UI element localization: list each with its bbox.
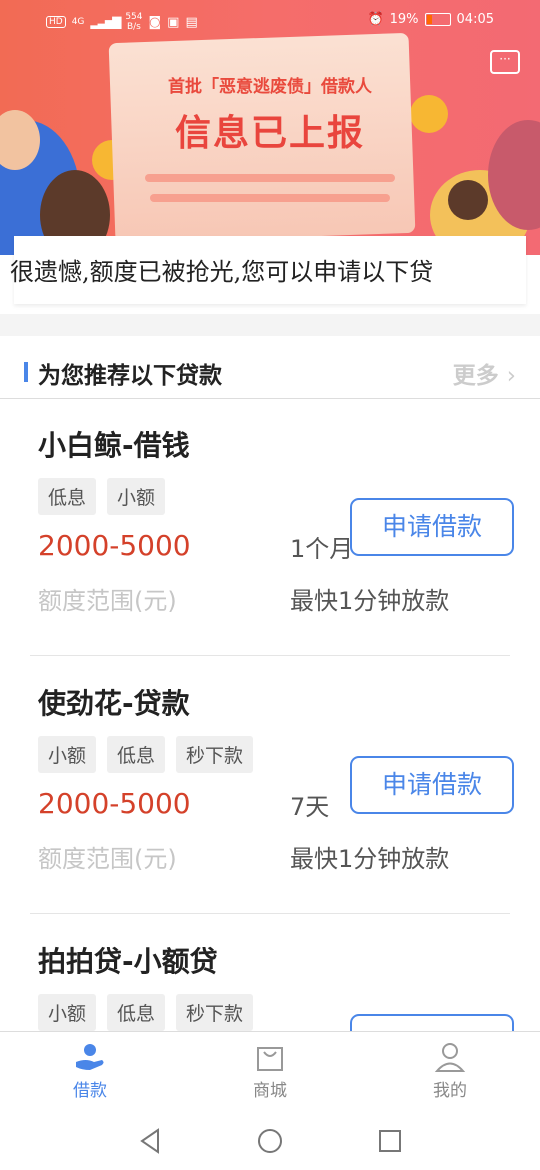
tab-label: 商城 — [253, 1081, 287, 1101]
home-icon[interactable] — [257, 1128, 283, 1154]
battery-icon — [424, 13, 451, 26]
system-nav-bar — [0, 1111, 540, 1170]
loan-range-label: 额度范围(元) — [38, 587, 177, 615]
network-type: 4G — [71, 17, 85, 27]
loan-tag: 低息 — [107, 736, 166, 773]
more-label: 更多 — [452, 363, 499, 389]
hd-indicator: HD — [46, 16, 66, 28]
signal-icon: ▂▃▅▇ — [90, 15, 121, 29]
loan-speed: 最快1分钟放款 — [290, 587, 450, 615]
apply-button[interactable] — [350, 1014, 514, 1031]
shopping-bag-icon — [257, 1047, 283, 1071]
loan-tag: 低息 — [38, 478, 97, 515]
loan-card[interactable]: 小白鲸-借钱 低息 小额 2000-5000 额度范围(元) 1个月 最快1分钟… — [0, 398, 540, 656]
loan-tag: 秒下款 — [176, 736, 254, 773]
loan-speed: 最快1分钟放款 — [290, 845, 450, 873]
loan-tags: 低息 小额 — [38, 478, 166, 515]
loan-term: 7天 — [290, 793, 330, 821]
loan-tags: 小额 低息 秒下款 — [38, 736, 254, 773]
back-icon[interactable] — [138, 1128, 162, 1154]
loan-range-label: 额度范围(元) — [38, 845, 177, 873]
network-speed-unit: B/s — [126, 22, 141, 32]
banner-subtitle: 首批「恶意逃废债」借款人 — [168, 77, 372, 97]
tab-mine[interactable]: 我的 — [390, 1040, 510, 1101]
section-accent-bar — [24, 362, 28, 382]
notice-text: 很遗憾,额度已被抢光,您可以申请以下贷 — [10, 258, 434, 286]
tab-loan[interactable]: 借款 — [30, 1040, 150, 1101]
status-bar: HD 4G ▂▃▅▇ 554 B/s ◙ ▣ ▤ ⏰ 19% 04:05 — [0, 0, 540, 42]
loan-card[interactable]: 使劲花-贷款 小额 低息 秒下款 2000-5000 额度范围(元) 7天 最快… — [0, 656, 540, 914]
battery-percent: 19% — [389, 12, 419, 27]
loan-name: 使劲花-贷款 — [38, 687, 190, 720]
tab-label: 我的 — [433, 1081, 467, 1101]
loan-card[interactable]: 拍拍贷-小额贷 小额 低息 秒下款 — [0, 914, 540, 1031]
apply-button[interactable]: 申请借款 — [350, 498, 514, 556]
loan-tag: 小额 — [38, 736, 97, 773]
apply-button[interactable]: 申请借款 — [350, 756, 514, 814]
user-icon — [434, 1043, 466, 1072]
illustration-coin-right — [410, 95, 448, 133]
paper-line — [150, 194, 390, 202]
chevron-right-icon: › — [506, 363, 516, 389]
section-title: 为您推荐以下贷款 — [38, 363, 222, 389]
bottom-tab-bar: 借款 商城 我的 — [0, 1031, 540, 1112]
loan-name: 拍拍贷-小额贷 — [38, 945, 218, 978]
quota-notice: 很遗憾,额度已被抢光,您可以申请以下贷 — [10, 236, 526, 304]
clock: 04:05 — [456, 12, 494, 27]
loan-tag: 小额 — [107, 478, 166, 515]
loan-hand-icon — [76, 1044, 104, 1070]
tab-label: 借款 — [73, 1081, 107, 1101]
loan-tag: 低息 — [107, 994, 166, 1031]
illustration-person-right-head — [448, 180, 488, 220]
tab-mall[interactable]: 商城 — [210, 1040, 330, 1101]
app-notification-icon: ▤ — [185, 14, 198, 30]
recommend-header: 为您推荐以下贷款 更多 › — [0, 336, 540, 399]
loan-tag: 小额 — [38, 994, 97, 1031]
recents-icon[interactable] — [378, 1129, 402, 1153]
app-notification-icon: ▣ — [167, 14, 180, 30]
loan-tags: 小额 低息 秒下款 — [38, 994, 254, 1031]
section-gap — [0, 314, 540, 336]
network-speed-value: 554 — [125, 12, 143, 22]
loan-tag: 秒下款 — [176, 994, 254, 1031]
loan-name: 小白鲸-借钱 — [38, 429, 190, 462]
loan-range: 2000-5000 — [38, 787, 191, 820]
paper-line — [145, 174, 395, 182]
alarm-icon: ⏰ — [367, 12, 384, 27]
more-link[interactable]: 更多 › — [453, 356, 516, 390]
loan-term: 1个月 — [290, 535, 354, 563]
message-icon[interactable]: ··· — [490, 50, 520, 74]
network-speed: 554 B/s — [125, 12, 142, 32]
loan-range: 2000-5000 — [38, 529, 191, 562]
app-notification-icon: ◙ — [148, 14, 162, 30]
banner-headline: 信息已上报 — [174, 113, 365, 154]
